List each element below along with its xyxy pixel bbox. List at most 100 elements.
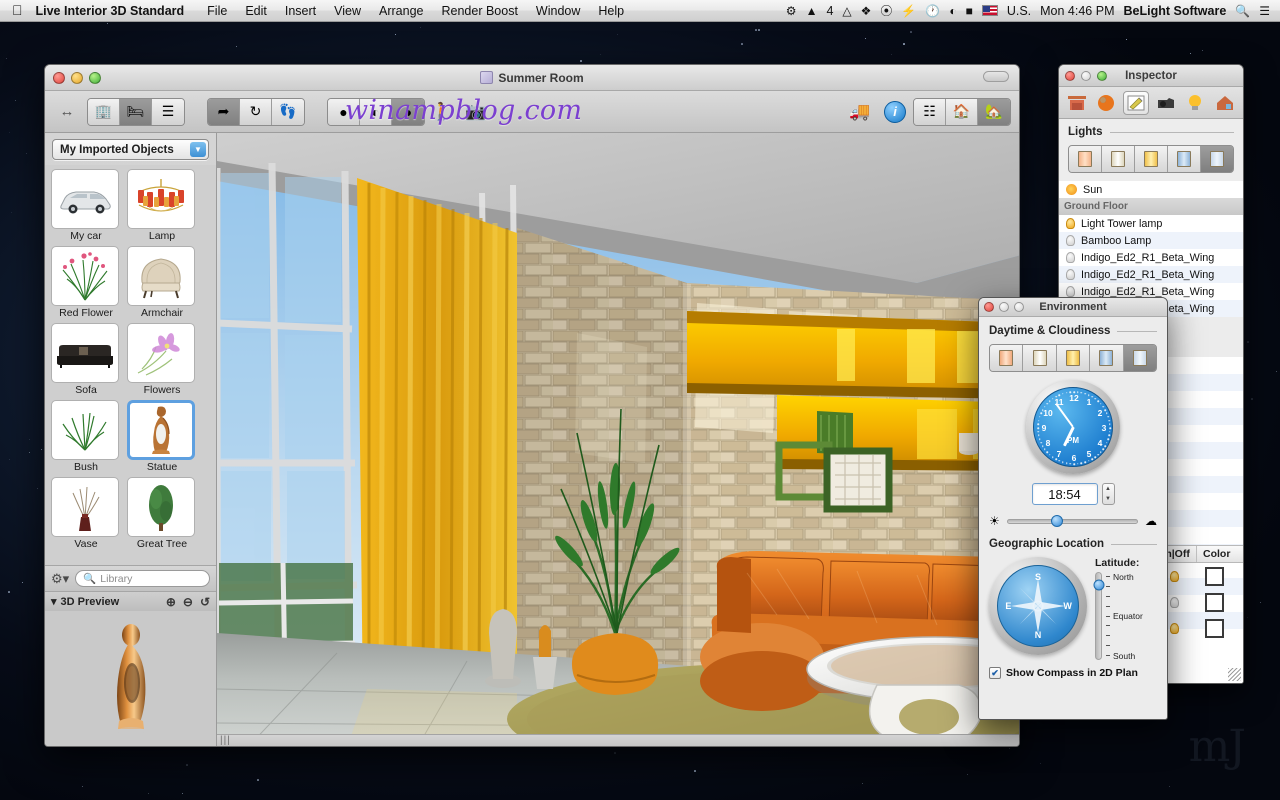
checkbox-icon[interactable]: ✔ (989, 667, 1001, 679)
stepper-down-icon[interactable]: ▼ (1105, 496, 1111, 502)
input-source-label[interactable]: U.S. (1007, 4, 1031, 18)
environment-title-bar[interactable]: Environment (979, 298, 1167, 317)
library-item-great-tree[interactable]: Great Tree (127, 477, 197, 550)
light-row-indigo-2[interactable]: Indigo_Ed2_R1_Beta_Wing (1059, 266, 1243, 283)
menu-item-render-boost[interactable]: Render Boost (432, 4, 526, 18)
cloudiness-slider-knob[interactable] (1051, 515, 1063, 527)
tab-material-sphere[interactable] (1093, 91, 1119, 115)
table-cell-color[interactable] (1197, 567, 1243, 586)
library-item-vase[interactable]: Vase (51, 477, 121, 550)
menu-item-view[interactable]: View (325, 4, 370, 18)
wifi-icon[interactable]: ◐ (949, 5, 956, 17)
gear-icon[interactable]: ⚙▾ (51, 571, 69, 587)
armchair-icon[interactable]: 🛏 (120, 99, 152, 125)
info-icon[interactable]: i (884, 101, 906, 123)
compass-dial[interactable]: S N E W (989, 557, 1087, 655)
zoom-in-icon[interactable]: ⊕ (166, 595, 176, 609)
plan-and-3d-icon[interactable]: 🏠 (946, 99, 978, 125)
us-flag-icon[interactable] (982, 5, 998, 16)
search-icon[interactable]: 🔍 (1235, 5, 1250, 17)
zoom-button[interactable] (89, 72, 101, 84)
latitude-slider-knob[interactable] (1093, 580, 1104, 591)
menu-item-arrange[interactable]: Arrange (370, 4, 432, 18)
window-cool-icon[interactable] (1168, 146, 1201, 172)
split-view-icon[interactable]: ☷ (914, 99, 946, 125)
menu-item-file[interactable]: File (198, 4, 236, 18)
color-swatch[interactable] (1205, 567, 1224, 586)
compass-face[interactable]: S N E W (997, 565, 1079, 647)
rotate-icon[interactable]: ↻ (240, 99, 272, 125)
library-search-input[interactable]: 🔍 Library (75, 570, 210, 587)
table-cell-color[interactable] (1197, 593, 1243, 612)
library-item-lamp[interactable]: Lamp (127, 169, 197, 242)
light-row-bamboo-lamp[interactable]: Bamboo Lamp (1059, 232, 1243, 249)
light-row-light-tower-lamp[interactable]: Light Tower lamp (1059, 215, 1243, 232)
bulb-on-icon[interactable] (1066, 218, 1075, 229)
library-item-bush[interactable]: Bush (51, 400, 121, 473)
bulb-on-icon[interactable] (1170, 623, 1179, 634)
window-time-icon[interactable] (1124, 345, 1156, 371)
render-3d-viewport[interactable]: ||| (217, 133, 1019, 747)
library-item-flowers[interactable]: Flowers (127, 323, 197, 396)
stepper-up-icon[interactable]: ▲ (1105, 486, 1111, 492)
list-icon[interactable]: ☰ (152, 99, 184, 125)
house-3d-icon[interactable]: 🏡 (978, 99, 1010, 125)
menu-app-name[interactable]: Live Interior 3D Standard (34, 4, 199, 18)
menu-item-window[interactable]: Window (527, 4, 589, 18)
window-cool-icon[interactable] (1090, 345, 1123, 371)
bulb-off-icon[interactable] (1066, 235, 1075, 246)
tab-edit-pencil[interactable] (1123, 91, 1149, 115)
menu-account-name[interactable]: BeLight Software (1123, 4, 1226, 18)
window-title-bar[interactable]: Summer Room (45, 65, 1019, 91)
window-yellow-icon[interactable] (1135, 146, 1168, 172)
library-category-dropdown[interactable]: My Imported Objects ▼ (52, 139, 209, 160)
forklift-icon[interactable]: 🚚 (843, 98, 877, 126)
toolbar-toggle-button[interactable] (983, 71, 1009, 82)
close-button[interactable] (53, 72, 65, 84)
resize-grip[interactable] (1228, 668, 1241, 681)
bulb-off-icon[interactable] (1170, 597, 1179, 608)
latitude-slider[interactable] (1095, 572, 1102, 660)
footsteps-icon[interactable]: 👣 (272, 99, 304, 125)
clock-face[interactable]: PM 12 1 2 3 4 5 6 7 8 9 10 11 (1033, 387, 1113, 467)
leaf-icon[interactable]: ⦿ (880, 5, 892, 17)
disclosure-triangle-icon[interactable]: ▾ (51, 595, 57, 608)
daytime-clock[interactable]: PM 12 1 2 3 4 5 6 7 8 9 10 11 (1026, 380, 1120, 474)
library-item-armchair[interactable]: Armchair (127, 246, 197, 319)
battery-icon[interactable]: ■ (966, 5, 973, 17)
adobe-icon[interactable]: ▲ (806, 5, 818, 17)
light-row-indigo-1[interactable]: Indigo_Ed2_R1_Beta_Wing (1059, 249, 1243, 266)
window-yellow-icon[interactable] (1057, 345, 1090, 371)
rotate-icon[interactable]: ↺ (200, 595, 210, 609)
clock-icon[interactable]: 🕐 (925, 5, 940, 17)
zoom-out-icon[interactable]: ⊖ (183, 595, 193, 609)
library-item-my-car[interactable]: My car (51, 169, 121, 242)
color-swatch[interactable] (1205, 619, 1224, 638)
bolt-icon[interactable]: ⚡ (901, 5, 916, 17)
resize-arrow-icon[interactable]: ↔ (53, 103, 81, 120)
render-resize-handle[interactable]: ||| (220, 735, 231, 746)
time-input[interactable]: 18:54 (1032, 483, 1098, 505)
preview-3d-viewport[interactable] (45, 611, 216, 747)
dropbox-icon[interactable]: ❖ (861, 5, 872, 17)
tab-camera[interactable] (1153, 91, 1179, 115)
minimize-button[interactable] (71, 72, 83, 84)
tab-light-bulb[interactable] (1182, 91, 1208, 115)
window-warm-icon[interactable] (1069, 146, 1102, 172)
window-neutral-icon[interactable] (1023, 345, 1056, 371)
time-stepper[interactable]: ▲ ▼ (1102, 483, 1115, 505)
cloudiness-slider[interactable] (1007, 519, 1138, 524)
show-compass-checkbox-row[interactable]: ✔ Show Compass in 2D Plan (989, 667, 1157, 679)
bulb-off-icon[interactable] (1066, 252, 1075, 263)
tab-building-plan[interactable] (1064, 91, 1090, 115)
bulb-on-icon[interactable] (1170, 571, 1179, 582)
library-item-sofa[interactable]: Sofa (51, 323, 121, 396)
color-swatch[interactable] (1205, 593, 1224, 612)
bulb-off-icon[interactable] (1066, 269, 1075, 280)
window-time-icon[interactable] (1201, 146, 1233, 172)
window-neutral-icon[interactable] (1102, 146, 1135, 172)
arrow-pointer-icon[interactable]: ➦ (208, 99, 240, 125)
library-item-statue[interactable]: Statue (127, 400, 197, 473)
light-row-sun[interactable]: Sun (1059, 181, 1243, 198)
library-item-red-flower[interactable]: Red Flower (51, 246, 121, 319)
